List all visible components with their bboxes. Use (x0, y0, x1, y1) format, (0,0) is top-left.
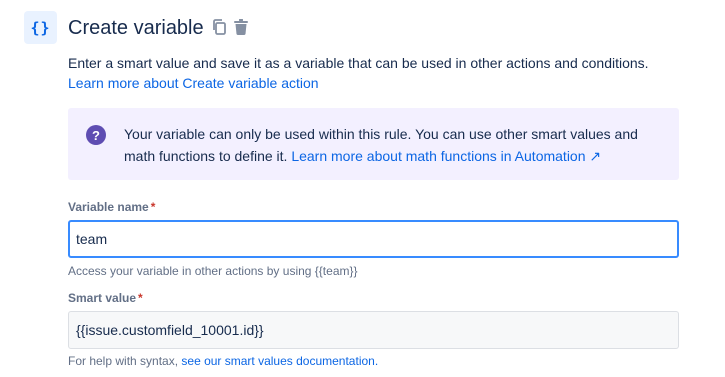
required-mark: * (138, 291, 143, 305)
required-mark: * (150, 200, 156, 214)
question-circle-icon: ? (86, 125, 106, 145)
smart-value-value: {{issue.customfield_10001.id}} (76, 322, 264, 338)
smart-values-docs-link[interactable]: see our smart values documentation. (181, 354, 378, 368)
smart-value-label: Smart value * (68, 291, 143, 305)
smart-value-label-text: Smart value (68, 291, 137, 305)
description-text: Enter a smart value and save it as a var… (68, 55, 649, 71)
title-actions (211, 18, 249, 36)
variable-name-label: Variable name * (68, 200, 155, 214)
info-panel-text: Your variable can only be used within th… (124, 123, 669, 167)
variable-name-label-text: Variable name (68, 200, 149, 214)
smart-value-helper-text: For help with syntax, (68, 354, 179, 368)
variable-name-helper: Access your variable in other actions by… (68, 264, 358, 278)
smart-value-helper: For help with syntax, see our smart valu… (68, 354, 378, 368)
variable-braces-icon: {} (24, 11, 57, 44)
smart-value-input[interactable]: {{issue.customfield_10001.id}} (68, 311, 679, 349)
variable-name-input[interactable]: team (68, 220, 679, 258)
page-title: Create variable (68, 17, 204, 39)
math-functions-link[interactable]: Learn more about math functions in Autom… (291, 148, 601, 164)
info-panel: ? Your variable can only be used within … (68, 108, 679, 180)
trash-icon[interactable] (233, 18, 249, 36)
learn-more-create-variable-link[interactable]: Learn more about Create variable action (68, 75, 319, 91)
variable-name-value: team (76, 231, 108, 247)
description: Enter a smart value and save it as a var… (68, 53, 708, 93)
copy-icon[interactable] (211, 18, 227, 36)
